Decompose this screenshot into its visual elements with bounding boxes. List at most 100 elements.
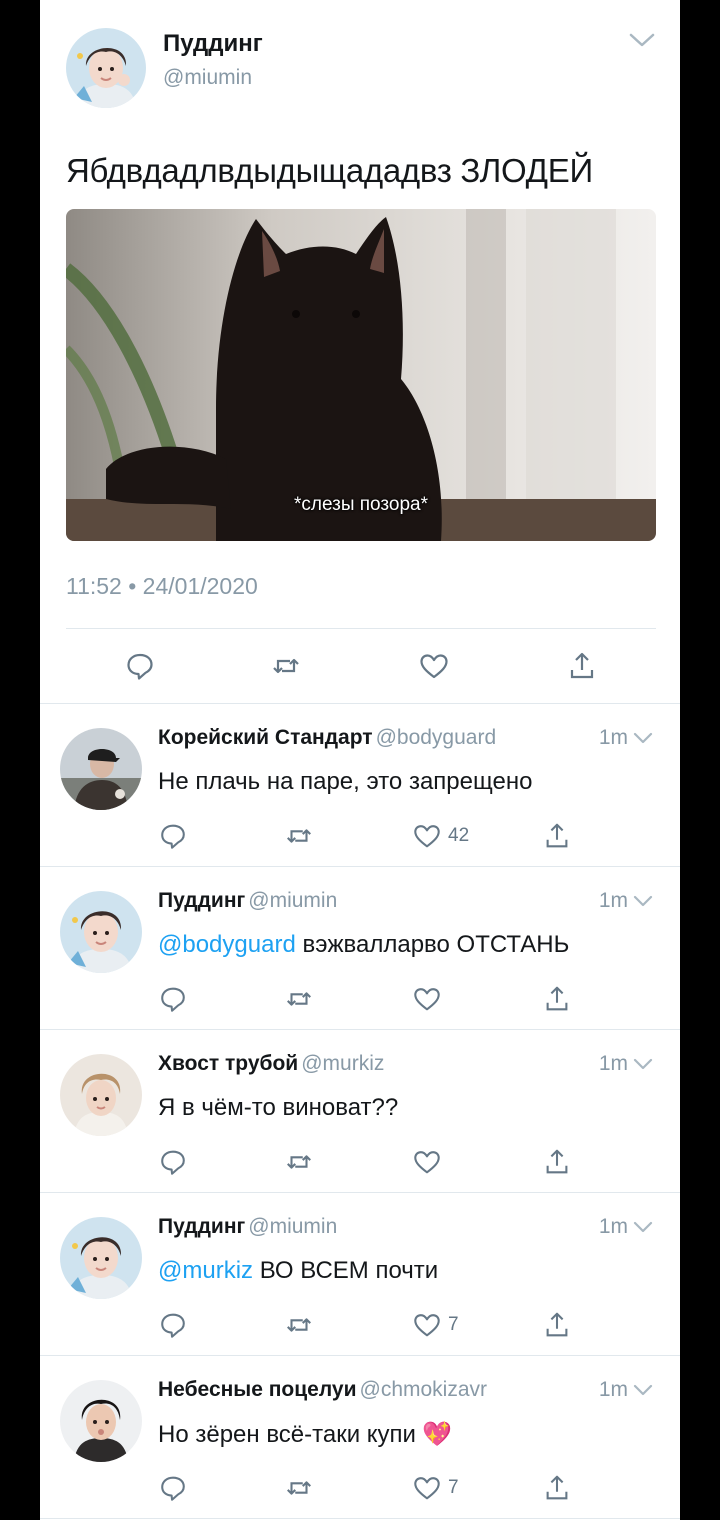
retweet-button[interactable] [284,1305,314,1345]
chevron-down-icon[interactable] [632,1056,654,1072]
reply-meta: 1m [599,1215,654,1239]
like-count: 42 [448,825,470,846]
reply-author-name[interactable]: Небесные поцелуи [158,1378,357,1401]
reply-body-text: Но зёрен всё-таки купи [158,1421,416,1448]
reply-tweet[interactable]: Корейский Стандарт @bodyguard 1m Не плачь… [40,704,680,867]
like-button[interactable]: 7 [412,1305,459,1345]
share-button[interactable] [542,1305,572,1345]
reply-tweet[interactable]: Небесные поцелуи @chmokizavr 1m Но зёрен … [40,1356,680,1519]
reply-author-handle[interactable]: @miumin [248,889,337,912]
sparkling-heart-emoji: 💖 [421,1421,452,1448]
retweet-button[interactable] [284,1468,314,1508]
heart-icon [414,1477,440,1500]
tweet-text: Ябдвдадлвдыдыщададвз ЗЛОДЕЙ [66,152,593,189]
reply-tweet[interactable]: Пуддинг @miumin 1m @bodyguard вэжвалларво… [40,867,680,1030]
retweet-button[interactable] [284,816,314,856]
media-caption: *слезы позора* [293,494,428,515]
reply-meta: 1m [599,726,654,750]
like-button[interactable] [412,979,448,1019]
share-icon [546,1149,568,1174]
retweet-icon [287,1155,311,1169]
chevron-down-icon[interactable] [628,30,656,50]
tweet-detail-screen: Пуддинг @miumin Ябдвдадлвдыдыщададвз ЗЛО… [40,0,680,1520]
reply-time: 1m [598,1215,628,1238]
divider [66,628,656,629]
reply-avatar[interactable] [60,728,142,810]
like-count: 7 [448,1477,459,1498]
reply-text: Не плачь на паре, это запрещено [158,768,532,796]
reply-button[interactable] [158,1305,188,1345]
reply-text: Я в чём-то виноват?? [158,1094,398,1122]
reply-meta: 1m [599,1378,654,1402]
reply-time: 1m [598,1378,628,1401]
heart-icon [414,1151,440,1174]
share-icon [570,652,594,679]
reply-author-handle[interactable]: @chmokizavr [360,1378,488,1401]
reply-avatar[interactable] [60,891,142,973]
reply-time: 1m [598,1052,628,1075]
chevron-down-icon[interactable] [632,1382,654,1398]
reply-body-text: Не плачь на паре, это запрещено [158,768,533,795]
reply-time: 1m [598,726,628,749]
like-button[interactable]: 42 [412,816,469,856]
chevron-down-icon[interactable] [632,1219,654,1235]
chevron-down-icon[interactable] [632,730,654,746]
reply-author-handle[interactable]: @bodyguard [376,726,497,749]
reply-button[interactable] [124,646,156,686]
retweet-icon [287,829,311,843]
reply-author-name[interactable]: Пуддинг [158,889,245,912]
reply-button[interactable] [158,816,188,856]
author-handle[interactable]: @miumin [163,66,252,90]
reply-tweet[interactable]: Хвост трубой @murkiz 1m Я в чём-то винова… [40,1030,680,1193]
reply-body-text: вэжвалларво ОТСТАНЬ [302,931,570,958]
reply-text: Но зёрен всё-таки купи 💖 [158,1420,452,1449]
author-avatar[interactable] [66,28,146,108]
retweet-button[interactable] [284,1142,314,1182]
share-button[interactable] [542,816,572,856]
reply-button[interactable] [158,1468,188,1508]
reply-icon [161,1150,185,1175]
reply-avatar[interactable] [60,1380,142,1462]
share-button[interactable] [566,646,598,686]
like-button[interactable] [418,646,450,686]
reply-author-name[interactable]: Хвост трубой [158,1052,298,1075]
reply-icon [127,653,153,680]
reply-author-handle[interactable]: @miumin [248,1215,337,1238]
reply-author-name[interactable]: Корейский Стандарт [158,726,373,749]
retweet-button[interactable] [284,979,314,1019]
reply-body-text: Я в чём-то виноват?? [158,1094,399,1121]
reply-icon [161,824,185,849]
share-button[interactable] [542,1142,572,1182]
reply-button[interactable] [158,1142,188,1182]
reply-mention[interactable]: @bodyguard [158,931,296,958]
retweet-icon [287,1318,311,1332]
reply-actions: 42 [158,816,654,856]
retweet-button[interactable] [270,646,302,686]
tweet-actions [66,646,656,686]
reply-actions [158,979,654,1019]
reply-icon [161,987,185,1012]
share-icon [546,986,568,1011]
reply-button[interactable] [158,979,188,1019]
share-button[interactable] [542,1468,572,1508]
reply-author-name[interactable]: Пуддинг [158,1215,245,1238]
reply-icon [161,1313,185,1338]
reply-actions [158,1142,654,1182]
reply-time: 1m [598,889,628,912]
reply-avatar[interactable] [60,1217,142,1299]
reply-mention[interactable]: @murkiz [158,1257,253,1284]
replies-list: Корейский Стандарт @bodyguard 1m Не плачь… [40,704,680,1519]
tweet-media[interactable]: *слезы позора* [66,209,656,541]
reply-text: @bodyguard вэжвалларво ОТСТАНЬ [158,931,569,959]
author-name[interactable]: Пуддинг [163,30,263,58]
reply-tweet[interactable]: Пуддинг@miumin 1m @murkiz ВО ВСЕМ почти [40,1193,680,1356]
reply-author-handle[interactable]: @murkiz [301,1052,384,1075]
share-button[interactable] [542,979,572,1019]
reply-header: Пуддинг @miumin [158,889,337,913]
chevron-down-icon[interactable] [632,893,654,909]
like-button[interactable]: 7 [412,1468,459,1508]
heart-icon [414,988,440,1011]
reply-actions: 7 [158,1468,654,1508]
reply-avatar[interactable] [60,1054,142,1136]
like-button[interactable] [412,1142,448,1182]
